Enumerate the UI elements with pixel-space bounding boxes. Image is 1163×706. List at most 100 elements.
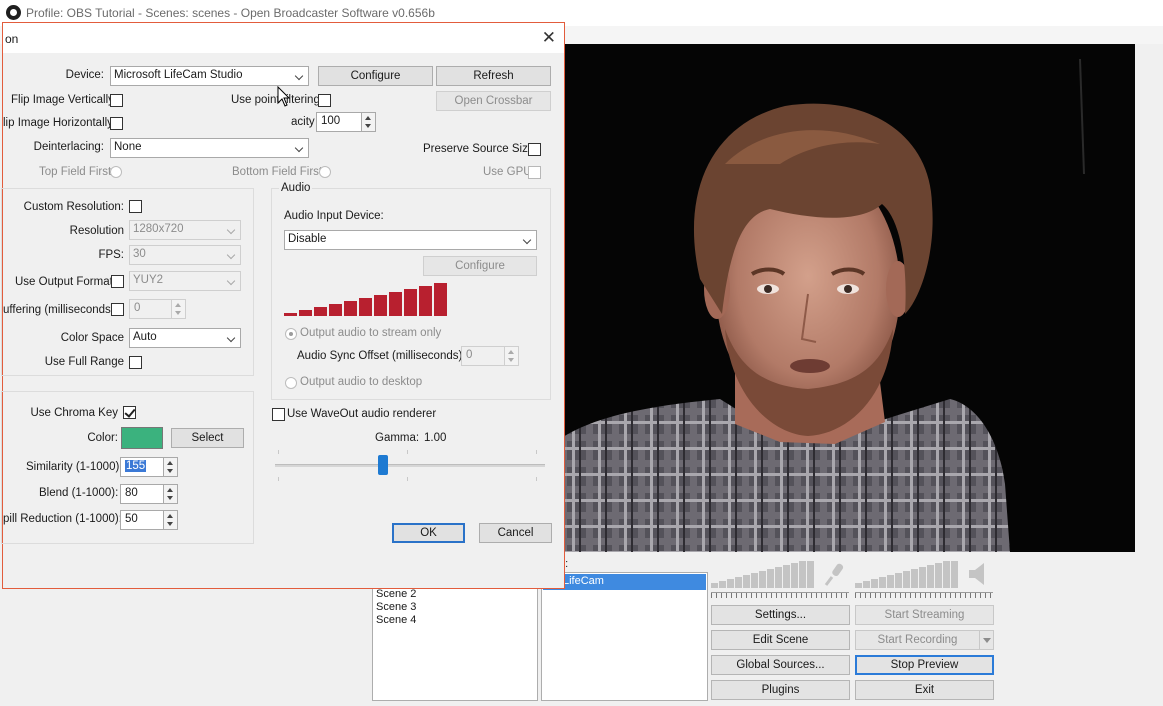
sync-offset-label: Audio Sync Offset (milliseconds):	[297, 350, 466, 362]
waveout-label: Use WaveOut audio renderer	[287, 408, 437, 420]
settings-button[interactable]: Settings...	[711, 605, 850, 625]
similarity-value: 155	[125, 460, 147, 472]
speaker-icon[interactable]	[966, 561, 990, 587]
opacity-spinbox[interactable]: 100	[316, 112, 376, 132]
source-item-lifecam[interactable]: LifeCam	[543, 574, 706, 590]
blend-value: 80	[125, 487, 138, 499]
list-item[interactable]: Scene 3	[376, 601, 416, 613]
preserve-source-size-label: Preserve Source Size	[423, 143, 535, 155]
open-crossbar-button[interactable]: Open Crossbar	[436, 91, 551, 111]
top-field-first-radio[interactable]	[110, 166, 122, 178]
flip-horizontal-checkbox[interactable]	[110, 117, 123, 130]
point-filtering-checkbox[interactable]	[318, 94, 331, 107]
device-label: Device:	[65, 69, 104, 81]
plugins-button[interactable]: Plugins	[711, 680, 850, 700]
device-select[interactable]: Microsoft LifeCam Studio	[110, 66, 309, 86]
resolution-select[interactable]: 1280x720	[129, 220, 241, 240]
start-recording-button[interactable]: Start Recording	[855, 630, 980, 650]
chevron-down-icon	[226, 276, 236, 286]
chevron-down-icon	[226, 250, 236, 260]
sources-list[interactable]	[541, 572, 708, 701]
preview-pane	[560, 44, 1135, 552]
deinterlacing-value: None	[114, 141, 142, 153]
cancel-button[interactable]: Cancel	[479, 523, 552, 543]
chroma-key-checkbox[interactable]	[123, 406, 136, 419]
bottom-field-first-label: Bottom Field First	[232, 166, 323, 178]
sync-offset-value: 0	[466, 349, 473, 361]
output-format-label: Use Output Format	[15, 276, 113, 288]
scenes-list[interactable]: Scene 2 Scene 3 Scene 4	[372, 585, 538, 701]
full-range-label: Use Full Range	[44, 356, 124, 368]
blend-label: Blend (1-1000):	[39, 487, 119, 499]
blend-spinbox[interactable]: 80	[120, 484, 178, 504]
full-range-checkbox[interactable]	[129, 356, 142, 369]
color-space-select[interactable]: Auto	[129, 328, 241, 348]
global-sources-button[interactable]: Global Sources...	[711, 655, 850, 675]
flip-vertical-checkbox[interactable]	[110, 94, 123, 107]
output-desktop-radio[interactable]	[285, 377, 297, 389]
dialog-title-bar: on ✕	[3, 23, 564, 53]
start-streaming-button[interactable]: Start Streaming	[855, 605, 994, 625]
spin-arrows-icon[interactable]	[361, 112, 376, 132]
spin-arrows-icon[interactable]	[163, 510, 178, 530]
use-gpu-checkbox[interactable]	[528, 166, 541, 179]
output-format-value: YUY2	[133, 274, 164, 286]
buffering-checkbox[interactable]	[111, 303, 124, 316]
fps-select[interactable]: 30	[129, 245, 241, 265]
spin-arrows-icon[interactable]	[171, 299, 186, 319]
audio-configure-button[interactable]: Configure	[423, 256, 537, 276]
chevron-down-icon	[226, 225, 236, 235]
gamma-ticks-bottom	[278, 477, 540, 481]
close-icon[interactable]: ✕	[542, 29, 556, 46]
buffering-value: 0	[134, 302, 141, 314]
main-window-title: Profile: OBS Tutorial - Scenes: scenes -…	[26, 6, 435, 20]
buffering-spinbox[interactable]: 0	[129, 299, 186, 319]
fps-value: 30	[133, 248, 146, 260]
chevron-down-icon	[294, 71, 304, 81]
chevron-down-icon	[522, 235, 532, 245]
preserve-source-size-checkbox[interactable]	[528, 143, 541, 156]
stop-preview-button[interactable]: Stop Preview	[855, 655, 994, 675]
gamma-ticks-top	[278, 450, 540, 454]
top-field-first-label: Top Field First	[39, 166, 112, 178]
select-color-button[interactable]: Select	[171, 428, 244, 448]
sync-offset-spinbox[interactable]: 0	[461, 346, 519, 366]
spin-arrows-icon[interactable]	[163, 484, 178, 504]
webcam-preview-image	[560, 44, 1135, 552]
list-item[interactable]: Scene 4	[376, 614, 416, 626]
audio-input-device-label: Audio Input Device:	[284, 210, 384, 222]
desktop-volume-slider[interactable]	[855, 592, 993, 598]
chroma-key-label: Use Chroma Key	[30, 407, 118, 419]
chroma-color-swatch[interactable]	[121, 427, 163, 449]
exit-button[interactable]: Exit	[855, 680, 994, 700]
audio-input-device-select[interactable]: Disable	[284, 230, 537, 250]
recording-dropdown-arrow[interactable]	[979, 630, 994, 650]
spill-reduction-spinbox[interactable]: 50	[120, 510, 178, 530]
bottom-field-first-radio[interactable]	[319, 166, 331, 178]
microphone-icon[interactable]	[823, 561, 847, 587]
resolution-value: 1280x720	[133, 223, 184, 235]
spin-arrows-icon[interactable]	[163, 457, 178, 477]
similarity-spinbox[interactable]: 155	[120, 457, 178, 477]
edit-scene-button[interactable]: Edit Scene	[711, 630, 850, 650]
spill-reduction-label: pill Reduction (1-1000):	[3, 513, 122, 525]
gamma-slider-track[interactable]	[275, 464, 545, 467]
gamma-slider-thumb[interactable]	[378, 455, 388, 475]
mic-volume-slider[interactable]	[711, 592, 849, 598]
custom-resolution-checkbox[interactable]	[129, 200, 142, 213]
spin-arrows-icon[interactable]	[504, 346, 519, 366]
opacity-label: acity	[291, 116, 315, 128]
refresh-button[interactable]: Refresh	[436, 66, 551, 86]
output-format-checkbox[interactable]	[111, 275, 124, 288]
ok-button[interactable]: OK	[392, 523, 465, 543]
audio-level-meter	[284, 283, 447, 316]
output-stream-only-label: Output audio to stream only	[300, 327, 442, 339]
deinterlacing-select[interactable]: None	[110, 138, 309, 158]
waveout-checkbox[interactable]	[272, 408, 285, 421]
device-configure-button[interactable]: Configure	[318, 66, 433, 86]
list-item[interactable]: Scene 2	[376, 588, 416, 600]
color-space-value: Auto	[133, 331, 157, 343]
output-stream-only-radio[interactable]	[285, 328, 297, 340]
output-format-select[interactable]: YUY2	[129, 271, 241, 291]
chevron-down-icon	[226, 333, 236, 343]
